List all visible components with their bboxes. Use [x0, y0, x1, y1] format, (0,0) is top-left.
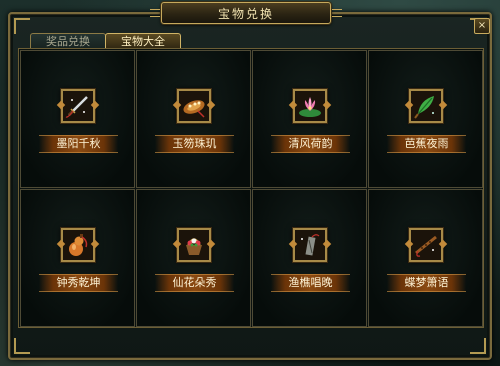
- treasure-slot[interactable]: 墨阳千秋: [20, 50, 135, 188]
- treasure-name: 芭蕉夜雨: [387, 135, 466, 153]
- flower-basket-icon: [177, 228, 211, 262]
- jade-tablet-icon: [177, 89, 211, 123]
- gourd-icon: [61, 228, 95, 262]
- treasure-name: 渔樵唱晚: [271, 274, 350, 292]
- treasure-name: 钟秀乾坤: [39, 274, 118, 292]
- treasure-name: 墨阳千秋: [39, 135, 118, 153]
- treasure-slot[interactable]: 渔樵唱晚: [252, 189, 367, 327]
- treasure-name: 仙花朵秀: [155, 274, 234, 292]
- banana-leaf-fan-icon: [409, 89, 443, 123]
- frame-corner-ornament: [14, 18, 30, 34]
- treasure-slot[interactable]: 玉笏珠玑: [136, 50, 251, 188]
- treasure-slot[interactable]: 芭蕉夜雨: [368, 50, 483, 188]
- close-button[interactable]: ×: [474, 18, 490, 34]
- treasure-name: 玉笏珠玑: [155, 135, 234, 153]
- bamboo-slip-icon: [293, 228, 327, 262]
- treasure-slot[interactable]: 仙花朵秀: [136, 189, 251, 327]
- treasure-panel: 墨阳千秋 玉笏珠玑 清风荷韵 芭蕉夜雨 钟秀乾坤 仙花朵秀 渔樵唱晚 蝶梦箫语: [18, 48, 484, 328]
- flute-icon: [409, 228, 443, 262]
- sword-icon: [61, 89, 95, 123]
- window-title: 宝物兑换: [150, 2, 342, 24]
- tab-treasure-catalog[interactable]: 宝物大全: [105, 33, 181, 49]
- frame-corner-ornament: [14, 338, 30, 354]
- lotus-icon: [293, 89, 327, 123]
- treasure-name: 清风荷韵: [271, 135, 350, 153]
- treasure-name: 蝶梦箫语: [387, 274, 466, 292]
- frame-corner-ornament: [470, 338, 486, 354]
- treasure-grid: 墨阳千秋 玉笏珠玑 清风荷韵 芭蕉夜雨 钟秀乾坤 仙花朵秀 渔樵唱晚 蝶梦箫语: [19, 49, 483, 327]
- tab-prize-exchange[interactable]: 奖品兑换: [30, 33, 106, 49]
- treasure-slot[interactable]: 钟秀乾坤: [20, 189, 135, 327]
- treasure-slot[interactable]: 蝶梦箫语: [368, 189, 483, 327]
- treasure-slot[interactable]: 清风荷韵: [252, 50, 367, 188]
